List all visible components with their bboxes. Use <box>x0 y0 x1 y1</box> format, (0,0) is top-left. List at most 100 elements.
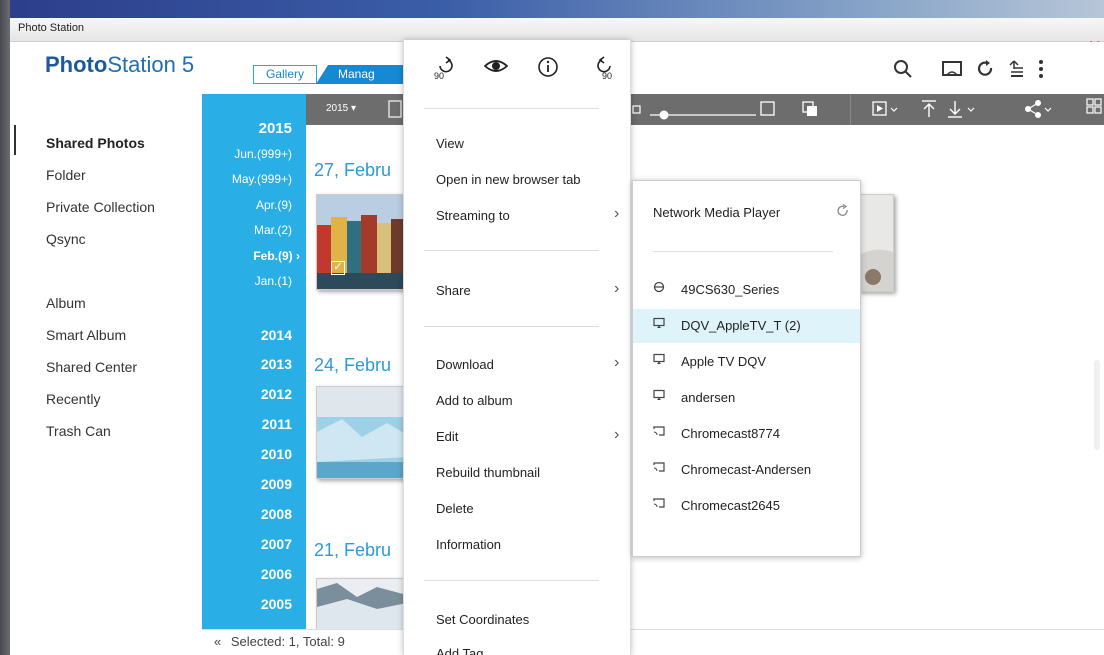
device-name: andersen <box>681 390 736 405</box>
device-name: Chromecast-Andersen <box>681 462 812 477</box>
rotate-left-icon[interactable]: 90 <box>434 56 456 85</box>
timeline-year-2015[interactable]: 2015 <box>259 120 292 137</box>
sidebar-active-indicator <box>14 125 16 155</box>
timeline-month[interactable]: Apr.(9) <box>256 198 292 212</box>
timeline-year[interactable]: 2006 <box>261 566 292 582</box>
photo-thumbnail-selected[interactable]: ✓ <box>316 194 406 290</box>
info-icon[interactable] <box>537 56 559 83</box>
device-item-highlighted[interactable]: DQV_AppleTV_T (2) <box>633 309 860 343</box>
download-icon[interactable] <box>946 99 976 124</box>
sidebar-item-folder[interactable]: Folder <box>46 167 86 183</box>
timeline-toggle-button[interactable]: 2015 ▾ <box>326 103 356 114</box>
menu-item-view[interactable]: View <box>436 136 464 151</box>
sidebar-item-qsync[interactable]: Qsync <box>46 231 86 247</box>
small-size-icon[interactable] <box>632 102 642 120</box>
device-item[interactable]: Chromecast8774 <box>633 417 860 451</box>
menu-separator <box>424 250 599 251</box>
timeline-year[interactable]: 2010 <box>261 446 292 462</box>
layout-icon[interactable] <box>388 100 402 123</box>
copy-icon[interactable] <box>802 101 818 122</box>
upload-icon[interactable] <box>920 99 938 124</box>
size-slider[interactable] <box>650 107 760 125</box>
dlna-icon <box>653 273 665 307</box>
device-item[interactable]: 49CS630_Series <box>633 273 860 307</box>
airplay-icon <box>653 309 665 343</box>
scrollbar[interactable] <box>1094 360 1100 450</box>
slideshow-icon[interactable] <box>872 101 898 122</box>
device-item[interactable]: Apple TV DQV <box>633 345 860 379</box>
sidebar-item-smart-album[interactable]: Smart Album <box>46 327 126 343</box>
search-icon[interactable] <box>893 59 913 85</box>
sidebar-item-shared-photos[interactable]: Shared Photos <box>46 135 145 151</box>
sidebar-item-trash-can[interactable]: Trash Can <box>46 423 111 439</box>
status-bar: « Selected: 1, Total: 9 <box>202 629 1104 655</box>
menu-item-rebuild-thumbnail[interactable]: Rebuild thumbnail <box>436 465 540 480</box>
menu-item-open-new-tab[interactable]: Open in new browser tab <box>436 172 581 187</box>
menu-item-information[interactable]: Information <box>436 537 501 552</box>
timeline-year[interactable]: 2008 <box>261 506 292 522</box>
timeline-month[interactable]: Mar.(2) <box>254 223 292 237</box>
logo-rest: Station 5 <box>107 52 195 77</box>
menu-item-delete[interactable]: Delete <box>436 501 474 516</box>
sidebar-item-album[interactable]: Album <box>46 295 86 311</box>
sidebar-item-shared-center[interactable]: Shared Center <box>46 359 137 375</box>
timeline-year[interactable]: 2011 <box>262 416 292 432</box>
timeline-year[interactable]: 2012 <box>261 386 292 402</box>
timeline-year[interactable]: 2014 <box>261 327 292 343</box>
menu-item-set-coordinates[interactable]: Set Coordinates <box>436 612 529 627</box>
timeline-panel: 2015 Jun.(999+) May.(999+) Apr.(9) Mar.(… <box>202 94 306 629</box>
preview-eye-icon[interactable] <box>483 56 509 81</box>
device-item[interactable]: Chromecast-Andersen <box>633 453 860 487</box>
logo-bold: Photo <box>45 52 108 77</box>
timeline-year[interactable]: 2005 <box>261 596 292 612</box>
rotate-left-label: 90 <box>434 71 445 81</box>
desktop-edge <box>0 0 10 655</box>
chromecast-icon <box>653 417 665 451</box>
tab-gallery[interactable]: Gallery <box>253 65 317 84</box>
cast-icon[interactable] <box>941 59 963 85</box>
timeline-year[interactable]: 2013 <box>261 356 292 372</box>
menu-item-streaming-to[interactable]: Streaming to <box>436 208 510 223</box>
menu-separator <box>424 108 599 109</box>
timeline-year[interactable]: 2009 <box>261 476 292 492</box>
device-name: Chromecast8774 <box>681 426 780 441</box>
timeline-year[interactable]: 2007 <box>261 536 292 552</box>
menu-item-download[interactable]: Download <box>436 357 494 372</box>
view-mode-icon[interactable] <box>1086 98 1102 123</box>
airplay-icon <box>653 345 665 379</box>
timeline-month[interactable]: May.(999+) <box>232 172 292 186</box>
timeline-month[interactable]: Jun.(999+) <box>234 147 292 161</box>
collapse-sidebar-button[interactable]: « <box>214 634 221 649</box>
streaming-submenu: Network Media Player 49CS630_Series DQV_… <box>632 180 861 557</box>
rotate-right-icon[interactable]: 90 <box>594 56 616 85</box>
selected-checkbox[interactable]: ✓ <box>331 261 345 275</box>
device-item[interactable]: andersen <box>633 381 860 415</box>
timeline-month[interactable]: Jan.(1) <box>255 274 292 288</box>
share-icon[interactable] <box>1024 100 1054 123</box>
photostation-logo: PhotoStation 5 <box>45 52 194 78</box>
device-item[interactable]: Chromecast2645 <box>633 489 860 523</box>
menu-item-edit[interactable]: Edit <box>436 429 458 444</box>
device-name: Apple TV DQV <box>681 354 767 369</box>
menu-item-share[interactable]: Share <box>436 283 471 298</box>
submenu-title: Network Media Player <box>653 205 781 220</box>
photo-thumbnail[interactable] <box>316 386 406 479</box>
chevron-right-icon: › <box>614 280 620 297</box>
photo-station-window: Photo Station — + ✕ PhotoStation 5 Galle… <box>0 0 1104 655</box>
context-menu: 90 90 View Open in new browser tab Strea… <box>403 40 631 655</box>
menu-item-add-tag[interactable]: Add Tag <box>436 646 483 655</box>
window-title: Photo Station <box>18 22 85 34</box>
refresh-devices-icon[interactable] <box>836 203 850 221</box>
sidebar-item-recently[interactable]: Recently <box>46 391 100 407</box>
tab-manage[interactable]: Manag <box>316 65 416 84</box>
large-size-icon[interactable] <box>760 101 776 122</box>
rotate-right-label: 90 <box>602 71 613 81</box>
menu-item-add-to-album[interactable]: Add to album <box>436 393 513 408</box>
upload-queue-icon[interactable] <box>1007 59 1027 85</box>
timeline-month-selected[interactable]: Feb.(9) › <box>253 249 300 263</box>
refresh-icon[interactable] <box>975 59 995 85</box>
sidebar-item-private-collection[interactable]: Private Collection <box>46 199 155 215</box>
more-vert-icon[interactable] <box>1036 59 1046 85</box>
menu-separator <box>424 326 599 327</box>
photo-thumbnail[interactable] <box>858 194 894 292</box>
